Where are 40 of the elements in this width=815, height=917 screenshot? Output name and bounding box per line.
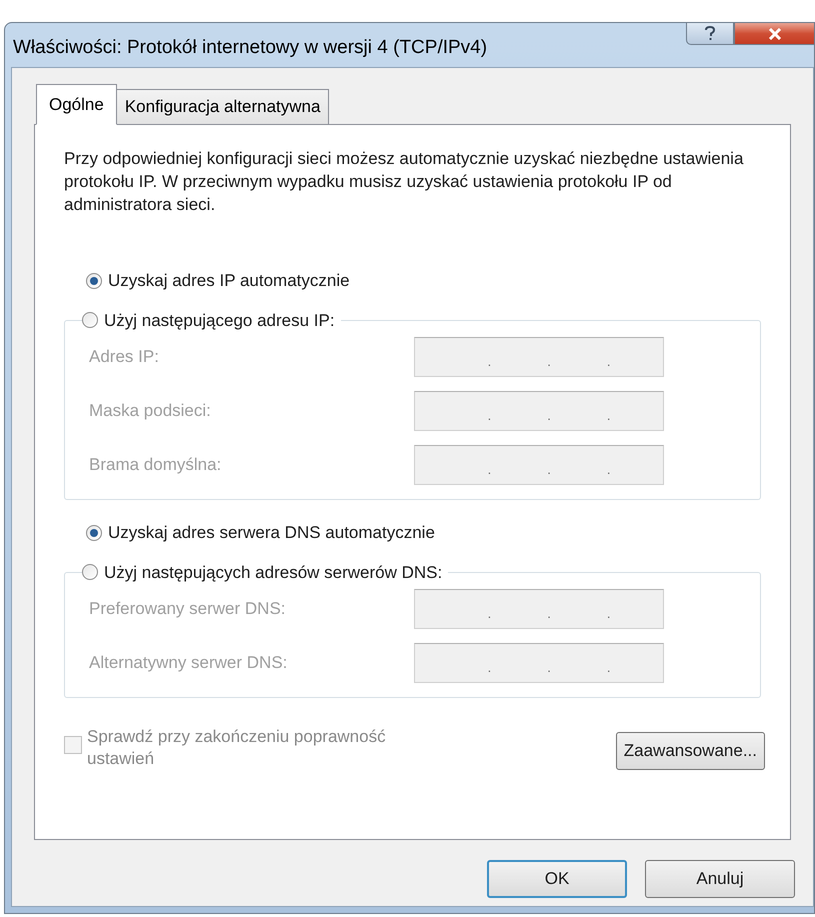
separator-dot: . [488,607,492,620]
separator-dot: . [606,409,610,422]
radio-button[interactable] [82,564,98,580]
checkbox-label: Sprawdź przy zakończeniu poprawność ustawień [87,726,387,770]
window-title: Właściwości: Protokół internetowy w wersji 4 (TCP/IPv4) [13,36,488,60]
separator-dot: . [606,355,610,368]
help-button[interactable] [686,23,734,45]
tab[interactable]: Ogólne [36,84,117,125]
separator-dot: . [547,355,551,368]
separator-dot: . [547,607,551,620]
radio-button[interactable] [82,312,98,328]
dialog-button[interactable]: Anuluj [645,860,795,898]
separator-dot: . [488,409,492,422]
separator-dot: . [547,661,551,674]
separator-dot: . [547,463,551,476]
radio-button[interactable] [86,524,102,541]
description-text: Przy odpowiedniej konfiguracji sieci możesz automatycznie uzyskać niezbędne ustawienia protokołu IP. W przeciwnym wypadku musisz uzyskać ustawienia protokołu IP od administratora sieci. [64,148,744,216]
close-button[interactable] [734,23,814,45]
separator-dot: . [606,463,610,476]
radio-label: Uzyskaj adres IP automatycznie [108,270,350,292]
separator-dot: . [488,463,492,476]
separator-dot: . [547,409,551,422]
radio-label: Uzyskaj adres serwera DNS automatycznie [108,522,435,544]
tab[interactable]: Konfiguracja alternatywna [116,89,330,125]
field-label: Maska podsieci: [89,400,211,422]
help-icon [704,26,716,41]
radio-button[interactable] [86,272,102,289]
field-label: Preferowany serwer DNS: [89,598,286,620]
field-label: Adres IP: [89,346,159,368]
field-label: Brama domyślna: [89,454,222,476]
advanced-button[interactable]: Zaawansowane... [616,732,765,770]
separator-dot: . [606,661,610,674]
radio-label: Użyj następującego adresu IP: [104,310,335,332]
separator-dot: . [488,355,492,368]
separator-dot: . [606,607,610,620]
field-label: Alternatywny serwer DNS: [89,652,288,674]
close-icon [768,28,782,40]
dialog-button[interactable]: OK [487,860,627,898]
separator-dot: . [488,661,492,674]
radio-label: Użyj następujących adresów serwerów DNS: [104,562,442,584]
